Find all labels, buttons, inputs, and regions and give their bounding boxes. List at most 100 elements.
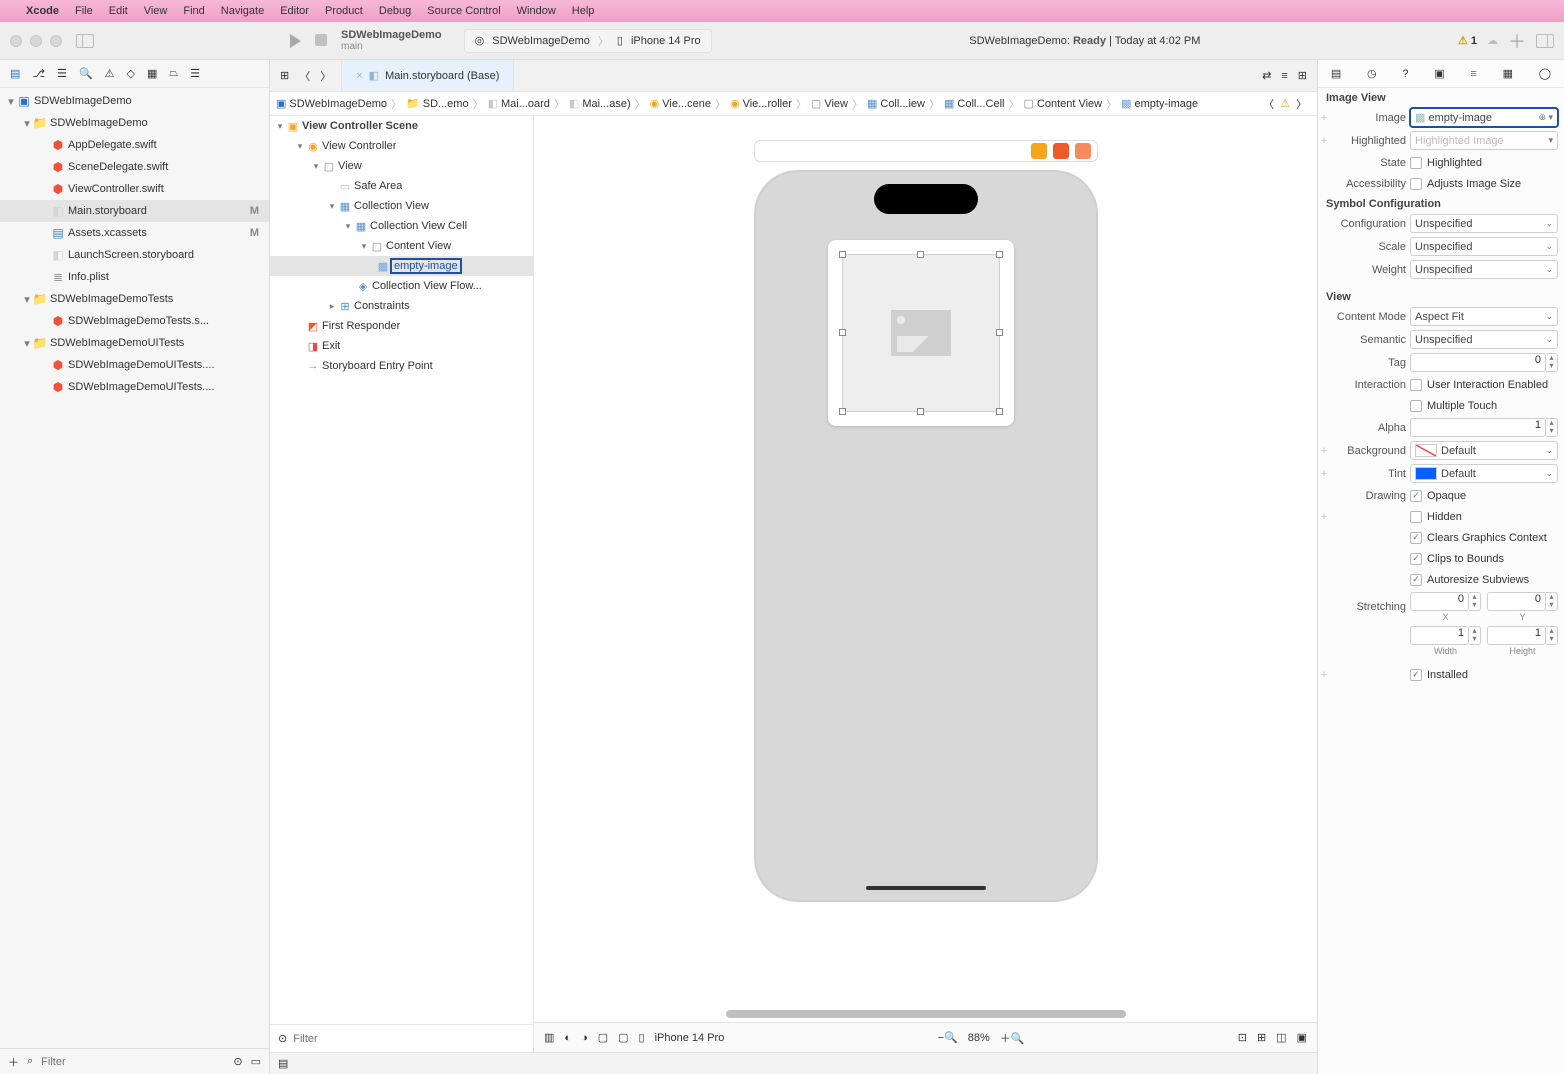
outline-toggle-icon[interactable]: ▥ [544,1031,554,1044]
report-navigator-icon[interactable]: ☰ [190,67,200,80]
stretch-w-stepper[interactable]: 1▴▾ [1410,626,1481,645]
nav-file[interactable]: ⬢SDWebImageDemoTests.s... [0,310,269,332]
inspector-toggle-icon[interactable] [1536,34,1554,48]
resize-handle[interactable] [839,408,846,415]
resolve-tool-icon[interactable]: ◫ [1276,1031,1286,1044]
nav-group-app[interactable]: ▾📁SDWebImageDemo [0,112,269,134]
outline-row[interactable]: ◈Collection View Flow... [270,276,533,296]
editor-layout-icon[interactable]: ≡ [1281,70,1287,82]
scene-dock[interactable] [754,140,1098,162]
resize-handle[interactable] [839,329,846,336]
close-tab-icon[interactable]: × [356,70,362,82]
scm-filter-icon[interactable]: ▭ [251,1055,261,1068]
weight-dropdown[interactable]: Unspecified⌄ [1410,260,1558,279]
ib-canvas[interactable]: → [534,116,1317,1052]
resize-handle[interactable] [917,408,924,415]
menu-editor[interactable]: Editor [280,5,309,17]
outline-row[interactable]: ▾◉View Controller [270,136,533,156]
scale-dropdown[interactable]: Unspecified⌄ [1410,237,1558,256]
window-traffic-lights[interactable] [10,35,62,47]
outline-scene-header[interactable]: ▾▣View Controller Scene [270,116,533,136]
nav-file[interactable]: ◧LaunchScreen.storyboard [0,244,269,266]
nav-group-uitests[interactable]: ▾📁SDWebImageDemoUITests [0,332,269,354]
document-tab[interactable]: × ◧ Main.storyboard (Base) [341,60,514,91]
cloud-icon[interactable]: ☁ [1487,34,1498,47]
device-label[interactable]: iPhone 14 Pro [655,1032,725,1044]
menu-source-control[interactable]: Source Control [427,5,500,17]
opaque-checkbox[interactable]: ✓Opaque [1410,490,1558,502]
menu-product[interactable]: Product [325,5,363,17]
adjusts-image-size-checkbox[interactable]: Adjusts Image Size [1410,178,1558,190]
vc-dock-icon[interactable] [1031,143,1047,159]
project-navigator-icon[interactable]: ▤ [10,67,20,80]
nav-file[interactable]: ⬢SceneDelegate.swift [0,156,269,178]
add-icon[interactable]: + [1318,468,1330,480]
device-icon[interactable]: ▯ [639,1031,645,1044]
clips-bounds-checkbox[interactable]: ✓Clips to Bounds [1410,553,1558,565]
autoresize-checkbox[interactable]: ✓Autoresize Subviews [1410,574,1558,586]
alpha-stepper[interactable]: 1▴▾ [1410,418,1558,437]
nav-file[interactable]: ▤Assets.xcassetsM [0,222,269,244]
warning-indicator[interactable]: ⚠ 1 [1458,34,1477,47]
add-file-icon[interactable]: ＋ [8,1054,19,1070]
navigator-filter-input[interactable] [41,1056,225,1068]
configuration-dropdown[interactable]: Unspecified⌄ [1410,214,1558,233]
hidden-checkbox[interactable]: Hidden [1410,511,1558,523]
nav-file[interactable]: ⬢SDWebImageDemoUITests.... [0,376,269,398]
align-tool-icon[interactable]: ⊡ [1238,1031,1247,1044]
issue-navigator-icon[interactable]: ⚠ [105,67,115,80]
history-inspector-icon[interactable]: ◷ [1367,67,1377,80]
outline-row[interactable]: ▸⊞Constraints [270,296,533,316]
resize-handle[interactable] [917,251,924,258]
scheme-selector[interactable]: ◎ SDWebImageDemo 〉 ▯ iPhone 14 Pro [464,29,712,53]
device-select-icon[interactable]: ▢ [618,1031,628,1044]
resize-handle[interactable] [996,251,1003,258]
activity-status[interactable]: SDWebImageDemo: Ready | Today at 4:02 PM [712,35,1458,47]
system-menubar[interactable]: Xcode File Edit View Find Navigate Edito… [0,0,1564,22]
semantic-dropdown[interactable]: Unspecified⌄ [1410,330,1558,349]
file-inspector-icon[interactable]: ▤ [1331,67,1341,80]
add-icon[interactable]: + [1318,135,1330,147]
menu-window[interactable]: Window [517,5,556,17]
zoom-out-icon[interactable]: −🔍 [938,1031,958,1044]
exit-dock-icon[interactable] [1075,143,1091,159]
bookmarks-navigator-icon[interactable]: ☰ [57,67,67,80]
identity-inspector-icon[interactable]: ▣ [1434,67,1444,80]
stretch-h-stepper[interactable]: 1▴▾ [1487,626,1558,645]
zoom-level[interactable]: 88% [968,1032,990,1044]
stretch-y-stepper[interactable]: 0▴▾ [1487,592,1558,611]
nav-file[interactable]: ⬢AppDelegate.swift [0,134,269,156]
adjust-editor-icon[interactable]: ⇄ [1262,69,1271,82]
app-menu[interactable]: Xcode [26,5,59,17]
menu-navigate[interactable]: Navigate [221,5,264,17]
nav-group-tests[interactable]: ▾📁SDWebImageDemoTests [0,288,269,310]
nav-forward-icon[interactable]: 〉 [320,68,331,84]
nav-file[interactable]: ⬢SDWebImageDemoUITests.... [0,354,269,376]
nav-file[interactable]: ≣Info.plist [0,266,269,288]
outline-row[interactable]: ▭Safe Area [270,176,533,196]
canvas-horizontal-scrollbar[interactable] [726,1010,1126,1018]
find-navigator-icon[interactable]: 🔍 [79,67,93,80]
run-button[interactable] [290,34,301,48]
outline-row[interactable]: ◨Exit [270,336,533,356]
highlighted-image-combobox[interactable]: Highlighted Image▾ [1410,131,1558,150]
outline-filter-input[interactable] [293,1033,525,1045]
warning-icon[interactable]: ⚠ [1280,97,1290,110]
stretch-x-stepper[interactable]: 0▴▾ [1410,592,1481,611]
embed-tool-icon[interactable]: ▣ [1297,1031,1307,1044]
clears-graphics-checkbox[interactable]: ✓Clears Graphics Context [1410,532,1558,544]
navigator-toggle-icon[interactable] [76,34,94,48]
outline-row[interactable]: ▾▢View [270,156,533,176]
tag-stepper[interactable]: 0▴▾ [1410,353,1558,372]
related-items-icon[interactable]: ⊞ [280,69,289,82]
highlighted-checkbox[interactable]: Highlighted [1410,157,1558,169]
add-icon[interactable]: + [1318,445,1330,457]
test-navigator-icon[interactable]: ◇ [127,67,135,80]
menu-file[interactable]: File [75,5,93,17]
debug-bar[interactable]: ▤ [270,1052,1317,1074]
menu-view[interactable]: View [144,5,168,17]
toolbar-project-title[interactable]: SDWebImageDemo [341,29,442,41]
add-editor-icon[interactable]: ⊞ [1298,69,1307,82]
add-icon[interactable]: + [1318,669,1330,681]
collection-view-cell[interactable] [828,240,1014,426]
